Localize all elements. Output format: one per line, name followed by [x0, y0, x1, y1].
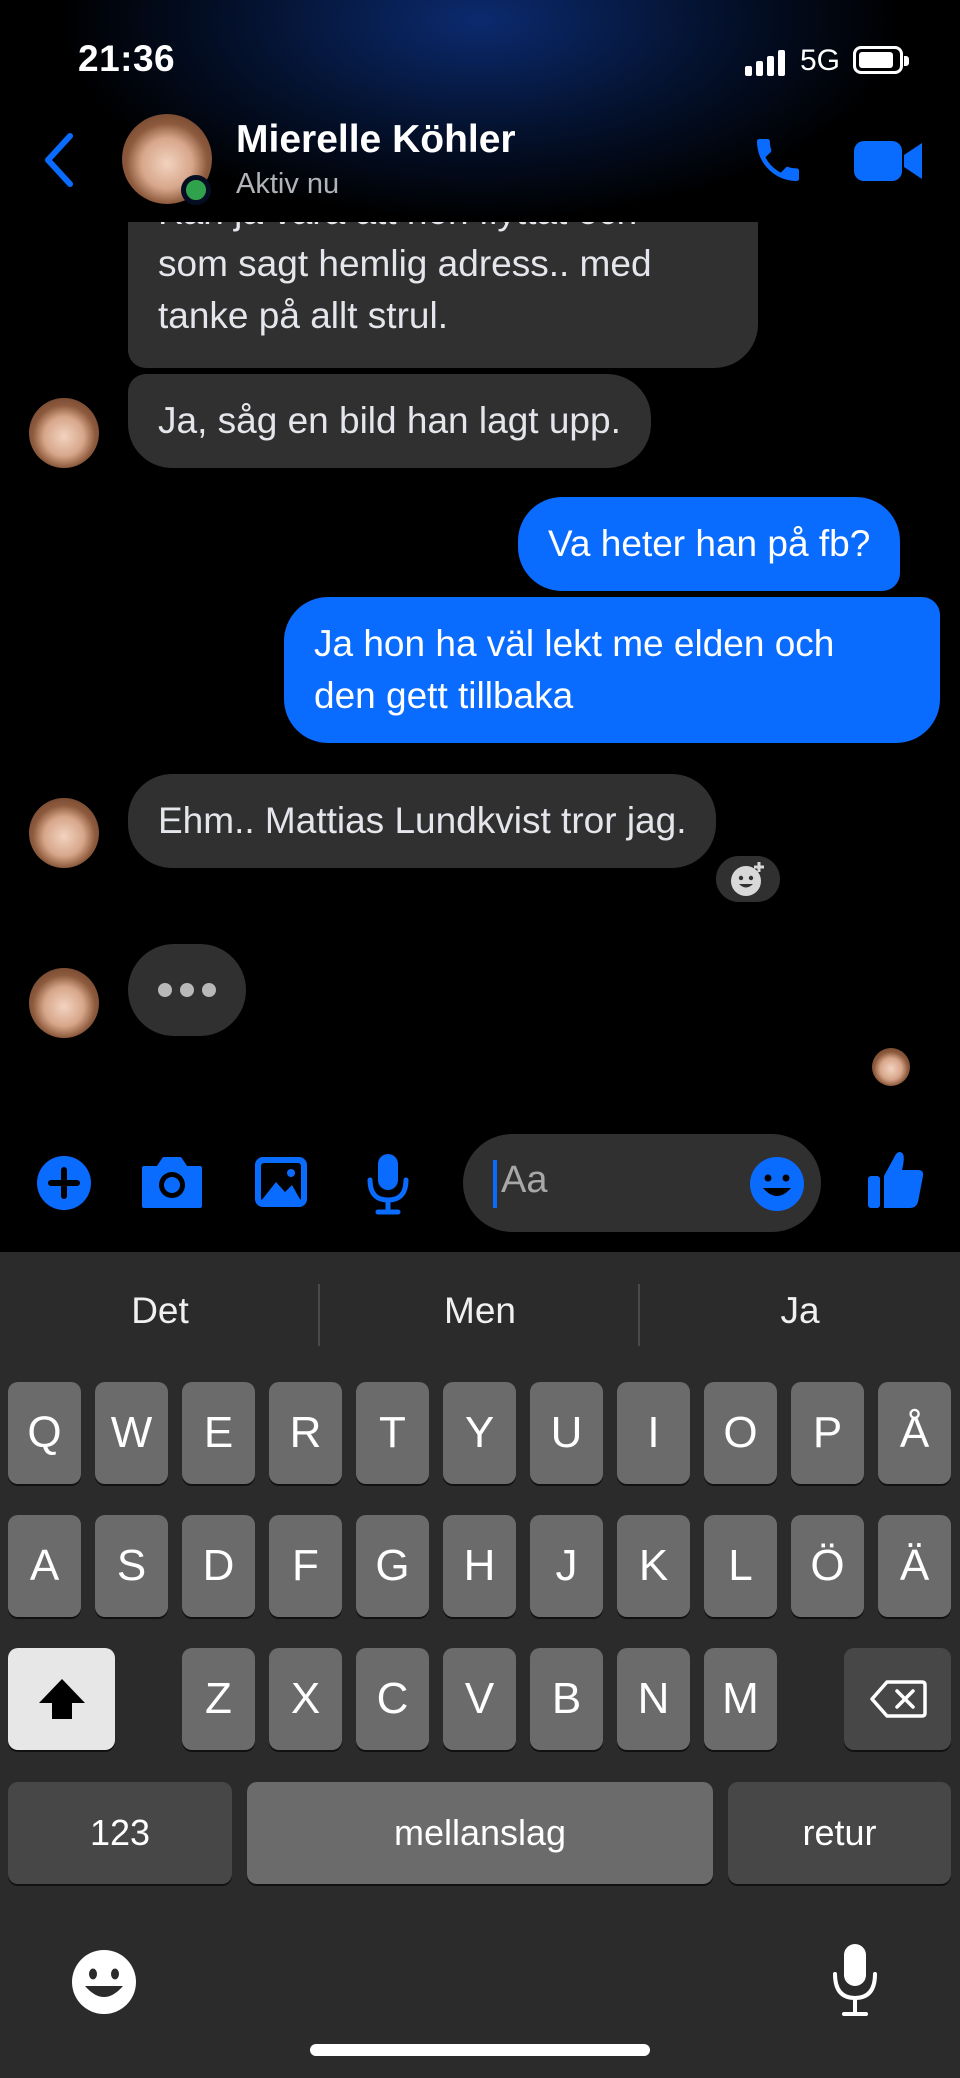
message-bubble-incoming[interactable]: Ja, såg en bild han lagt upp. [128, 374, 651, 468]
suggestion-2[interactable]: Men [320, 1290, 640, 1332]
message-line: Ehm.. Mattias Lundkvist tror jag. [158, 800, 687, 841]
key[interactable]: X [269, 1648, 342, 1750]
return-key-label: retur [802, 1812, 877, 1853]
suggestion-1[interactable]: Det [0, 1290, 320, 1332]
key[interactable]: V [443, 1648, 516, 1750]
key[interactable]: I [617, 1382, 690, 1484]
key[interactable]: Ä [878, 1515, 951, 1617]
signal-icon [745, 50, 785, 76]
message-bubble-outgoing[interactable]: Va heter han på fb? [518, 497, 901, 591]
sender-avatar[interactable] [29, 798, 99, 868]
sender-avatar[interactable] [29, 968, 99, 1038]
key[interactable]: W [95, 1382, 168, 1484]
key[interactable]: C [356, 1648, 429, 1750]
message-line: Ja, såg en bild han lagt upp. [158, 400, 621, 441]
key[interactable]: T [356, 1382, 429, 1484]
key[interactable]: F [269, 1515, 342, 1617]
message-bubble-outgoing[interactable]: Ja hon ha väl lekt me elden och den gett… [284, 597, 940, 743]
return-key[interactable]: retur [728, 1782, 951, 1884]
video-camera-icon[interactable] [852, 137, 924, 185]
key[interactable]: A [8, 1515, 81, 1617]
space-key-label: mellanslag [393, 1812, 567, 1853]
key[interactable]: D [182, 1515, 255, 1617]
back-chevron-icon[interactable] [40, 130, 80, 190]
message-line: som sagt hemlig adress.. med [158, 243, 652, 284]
shift-arrow-icon [38, 1679, 85, 1719]
emoji-icon[interactable] [749, 1156, 805, 1212]
online-indicator [181, 175, 211, 205]
key[interactable]: Q [8, 1382, 81, 1484]
key[interactable]: S [95, 1515, 168, 1617]
key[interactable]: Z [182, 1648, 255, 1750]
key[interactable]: H [443, 1515, 516, 1617]
key[interactable]: R [269, 1382, 342, 1484]
message-line: den gett tillbaka [314, 675, 574, 716]
smiley-plus-icon [731, 862, 764, 896]
key[interactable]: U [530, 1382, 603, 1484]
key[interactable]: B [530, 1648, 603, 1750]
key[interactable]: Å [878, 1382, 951, 1484]
gallery-icon[interactable] [252, 1154, 310, 1210]
contact-name[interactable]: Mierelle Köhler [236, 118, 516, 162]
key[interactable]: M [704, 1648, 777, 1750]
key[interactable]: N [617, 1648, 690, 1750]
message-input[interactable]: Aa [463, 1134, 821, 1232]
key[interactable]: K [617, 1515, 690, 1617]
add-reaction-button[interactable] [712, 852, 784, 906]
battery-icon [853, 46, 909, 74]
key[interactable]: E [182, 1382, 255, 1484]
message-line: Va heter han på fb? [548, 523, 871, 564]
backspace-key[interactable] [844, 1648, 951, 1750]
key[interactable]: P [791, 1382, 864, 1484]
network-label: 5G [800, 44, 841, 77]
home-indicator[interactable] [310, 2044, 650, 2056]
numbers-key[interactable]: 123 [8, 1782, 232, 1884]
on-screen-keyboard: Det Men Ja Q W E R T Y U I O P Å A S D F… [0, 1252, 960, 2078]
key[interactable]: Ö [791, 1515, 864, 1617]
message-line: tanke på allt strul. [158, 295, 448, 336]
sender-avatar[interactable] [29, 398, 99, 468]
message-bubble-incoming[interactable]: Ehm.. Mattias Lundkvist tror jag. [128, 774, 717, 868]
message-input-placeholder: Aa [501, 1159, 548, 1201]
typing-indicator [128, 944, 246, 1036]
key[interactable]: J [530, 1515, 603, 1617]
thumbs-up-icon[interactable] [866, 1148, 926, 1210]
backspace-icon [869, 1680, 927, 1718]
conversation-header: 21:36 5G Mierelle Köhler Aktiv nu [0, 0, 960, 222]
key[interactable]: Y [443, 1382, 516, 1484]
key[interactable]: L [704, 1515, 777, 1617]
shift-key[interactable] [8, 1648, 115, 1750]
suggestion-3[interactable]: Ja [640, 1290, 960, 1332]
seen-receipt-avatar [872, 1048, 910, 1086]
text-caret [493, 1160, 497, 1208]
microphone-icon[interactable] [364, 1152, 412, 1216]
key[interactable]: G [356, 1515, 429, 1617]
plus-icon[interactable] [35, 1154, 93, 1212]
key[interactable]: O [704, 1382, 777, 1484]
dictation-microphone-icon[interactable] [830, 1942, 880, 2018]
phone-icon[interactable] [750, 132, 806, 188]
status-time: 21:36 [78, 38, 176, 79]
space-key[interactable]: mellanslag [247, 1782, 713, 1884]
keyboard-emoji-icon[interactable] [70, 1948, 138, 2016]
numbers-key-label: 123 [89, 1812, 151, 1853]
camera-icon[interactable] [140, 1154, 204, 1210]
contact-status: Aktiv nu [236, 168, 340, 200]
message-line: Ja hon ha väl lekt me elden och [314, 623, 835, 664]
